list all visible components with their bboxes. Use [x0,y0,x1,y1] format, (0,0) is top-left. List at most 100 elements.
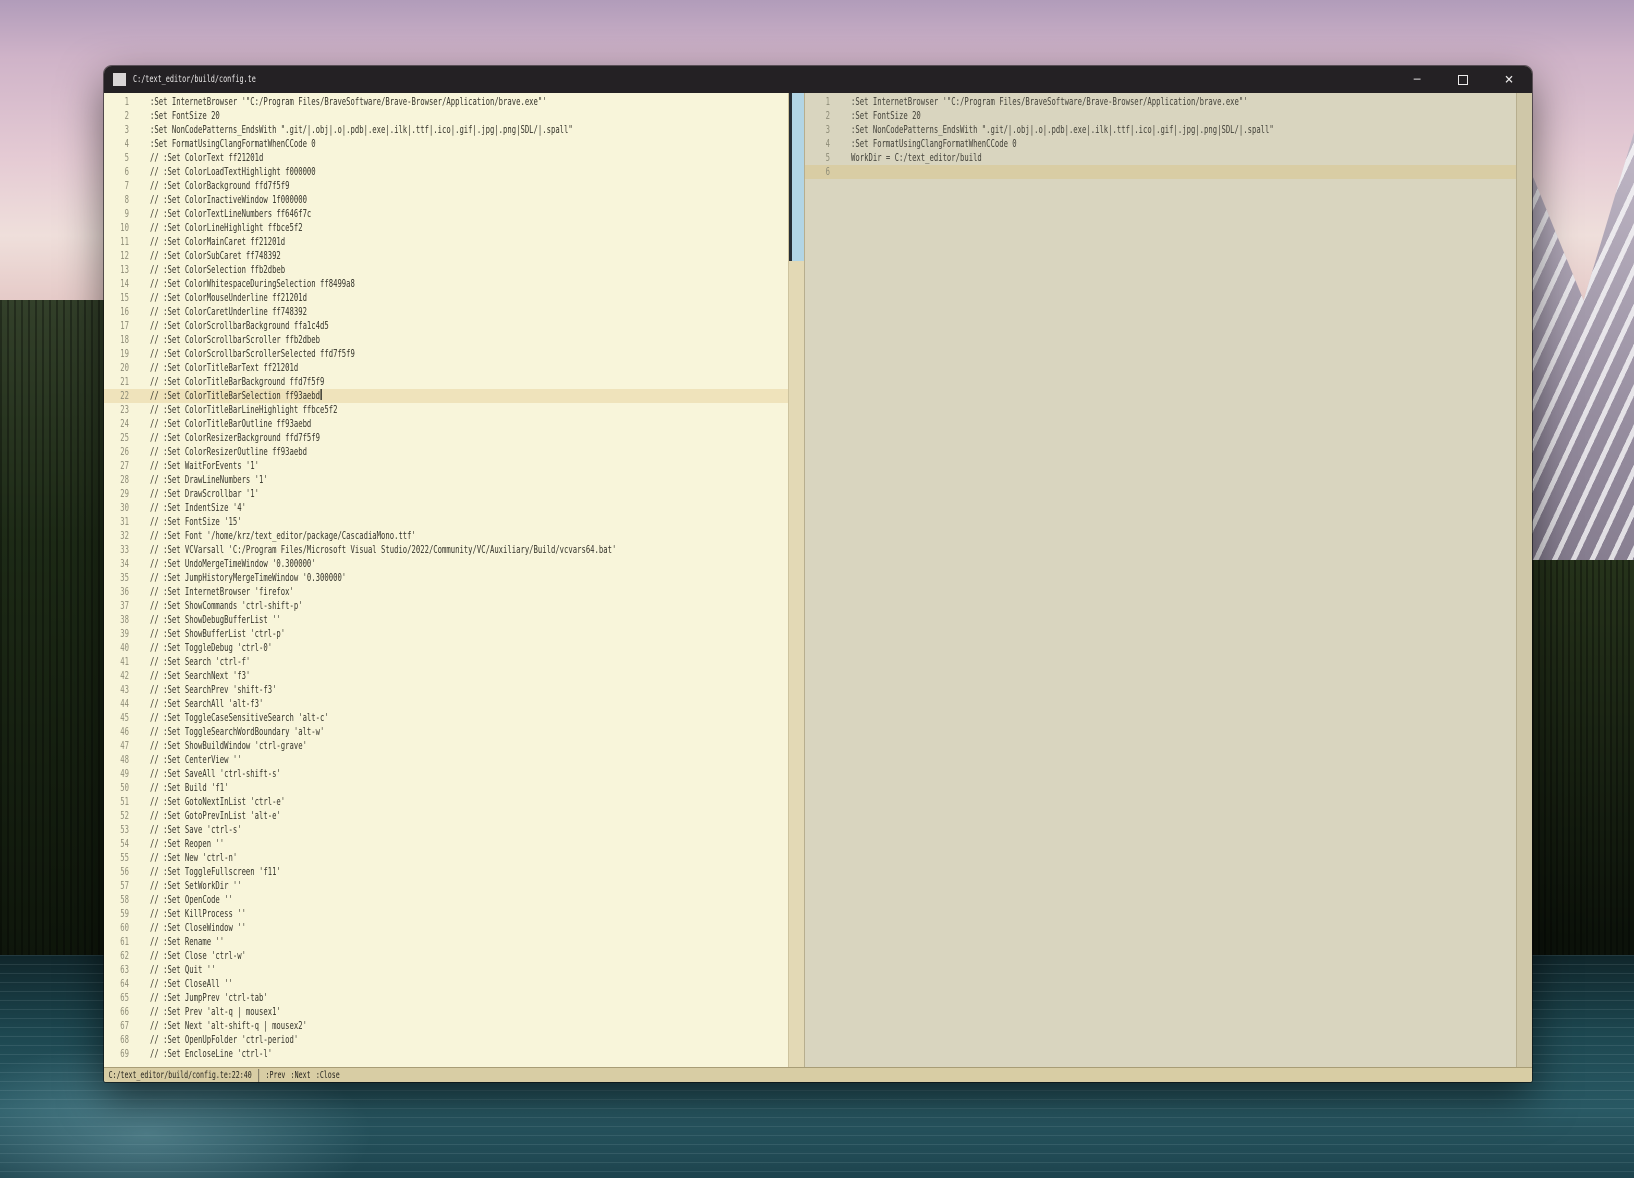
code-line[interactable]: 53// :Set Save 'ctrl-s' [104,823,788,837]
code-line[interactable]: 33// :Set VCVarsall 'C:/Program Files/Mi… [104,543,788,557]
code-line[interactable]: 4:Set FormatUsingClangFormatWhenCCode 0 [104,137,788,151]
code-line[interactable]: 1:Set InternetBrowser '"C:/Program Files… [104,95,788,109]
code-line[interactable]: 7// :Set ColorBackground ffd7f5f9 [104,179,788,193]
code-line[interactable]: 38// :Set ShowDebugBufferList '' [104,613,788,627]
line-text: // :Set UndoMergeTimeWindow '0.300000' [150,557,316,571]
code-line[interactable]: 63// :Set Quit '' [104,963,788,977]
code-line[interactable]: 23// :Set ColorTitleBarLineHighlight ffb… [104,403,788,417]
code-line[interactable]: 6 [805,165,1516,179]
code-line[interactable]: 16// :Set ColorCaretUnderline ff748392 [104,305,788,319]
code-line[interactable]: 58// :Set OpenCode '' [104,893,788,907]
code-line[interactable]: 45// :Set ToggleCaseSensitiveSearch 'alt… [104,711,788,725]
code-line[interactable]: 47// :Set ShowBuildWindow 'ctrl-grave' [104,739,788,753]
line-number: 61 [104,935,135,949]
code-line[interactable]: 50// :Set Build 'f1' [104,781,788,795]
code-line[interactable]: 36// :Set InternetBrowser 'firefox' [104,585,788,599]
code-line[interactable]: 31// :Set FontSize '15' [104,515,788,529]
code-line[interactable]: 57// :Set SetWorkDir '' [104,879,788,893]
code-line[interactable]: 60// :Set CloseWindow '' [104,921,788,935]
status-command-prev[interactable]: :Prev [266,1070,286,1081]
line-number: 45 [104,711,135,725]
line-text: WorkDir = C:/text_editor/build [851,151,982,165]
code-line[interactable]: 55// :Set New 'ctrl-n' [104,851,788,865]
code-line[interactable]: 40// :Set ToggleDebug 'ctrl-0' [104,641,788,655]
code-line[interactable]: 59// :Set KillProcess '' [104,907,788,921]
line-number: 1 [805,95,836,109]
code-line[interactable]: 2:Set FontSize 20 [104,109,788,123]
code-line[interactable]: 64// :Set CloseAll '' [104,977,788,991]
close-button[interactable]: × [1486,66,1532,93]
code-line[interactable]: 21// :Set ColorTitleBarBackground ffd7f5… [104,375,788,389]
status-command-next[interactable]: :Next [291,1070,311,1081]
code-line[interactable]: 42// :Set SearchNext 'f3' [104,669,788,683]
code-line[interactable]: 22// :Set ColorTitleBarSelection ff93aeb… [104,389,788,403]
code-line[interactable]: 28// :Set DrawLineNumbers '1' [104,473,788,487]
code-line[interactable]: 12// :Set ColorSubCaret ff748392 [104,249,788,263]
code-line[interactable]: 4:Set FormatUsingClangFormatWhenCCode 0 [805,137,1516,151]
left-pane-scrollbar[interactable] [788,93,804,1067]
code-line[interactable]: 1 :Set InternetBrowser '"C:/Program Files… [805,95,1516,109]
code-line[interactable]: 14// :Set ColorWhitespaceDuringSelection… [104,277,788,291]
code-line[interactable]: 15// :Set ColorMouseUnderline ff21201d [104,291,788,305]
code-line[interactable]: 65// :Set JumpPrev 'ctrl-tab' [104,991,788,1005]
left-pane-scrollbar-thumb[interactable] [789,93,805,261]
code-line[interactable]: 39// :Set ShowBufferList 'ctrl-p' [104,627,788,641]
code-line[interactable]: 69// :Set EncloseLine 'ctrl-l' [104,1047,788,1061]
minimize-icon: ─ [1414,66,1421,93]
code-line[interactable]: 26// :Set ColorResizerOutline ff93aebd [104,445,788,459]
line-text: :Set InternetBrowser '"C:/Program Files/… [851,95,1248,109]
code-line[interactable]: 46// :Set ToggleSearchWordBoundary 'alt-… [104,725,788,739]
code-line[interactable]: 18// :Set ColorScrollbarScroller ffb2dbe… [104,333,788,347]
minimize-button[interactable]: ─ [1394,66,1440,93]
code-line[interactable]: 32// :Set Font '/home/krz/text_editor/pa… [104,529,788,543]
code-line[interactable]: 66// :Set Prev 'alt-q | mousex1' [104,1005,788,1019]
code-line[interactable]: 25// :Set ColorResizerBackground ffd7f5f… [104,431,788,445]
code-line[interactable]: 49// :Set SaveAll 'ctrl-shift-s' [104,767,788,781]
code-line[interactable]: 48// :Set CenterView '' [104,753,788,767]
code-line[interactable]: 54// :Set Reopen '' [104,837,788,851]
line-text: // :Set Font '/home/krz/text_editor/pack… [150,529,416,543]
code-line[interactable]: 3:Set NonCodePatterns_EndsWith ".git/|.o… [104,123,788,137]
code-line[interactable]: 8// :Set ColorInactiveWindow 1f000000 [104,193,788,207]
code-line[interactable]: 41// :Set Search 'ctrl-f' [104,655,788,669]
window-titlebar[interactable]: C:/text_editor/build/config.te ─ × [104,66,1532,93]
status-command-close[interactable]: :Close [316,1070,340,1081]
code-line[interactable]: 44// :Set SearchAll 'alt-f3' [104,697,788,711]
code-line[interactable]: 2:Set FontSize 20 [805,109,1516,123]
code-line[interactable]: 11// :Set ColorMainCaret ff21201d [104,235,788,249]
code-line[interactable]: 52// :Set GotoPrevInList 'alt-e' [104,809,788,823]
right-pane-scrollbar[interactable] [1516,93,1532,1067]
code-line[interactable]: 61// :Set Rename '' [104,935,788,949]
code-line[interactable]: 19// :Set ColorScrollbarScrollerSelected… [104,347,788,361]
line-text: // :Set ColorMainCaret ff21201d [150,235,285,249]
code-line[interactable]: 30// :Set IndentSize '4' [104,501,788,515]
code-line[interactable]: 43// :Set SearchPrev 'shift-f3' [104,683,788,697]
code-line[interactable]: 5// :Set ColorText ff21201d [104,151,788,165]
code-line[interactable]: 67// :Set Next 'alt-shift-q | mousex2' [104,1019,788,1033]
code-line[interactable]: 51// :Set GotoNextInList 'ctrl-e' [104,795,788,809]
code-line[interactable]: 20// :Set ColorTitleBarText ff21201d [104,361,788,375]
line-number: 38 [104,613,135,627]
code-line[interactable]: 35// :Set JumpHistoryMergeTimeWindow '0.… [104,571,788,585]
code-line[interactable]: 68// :Set OpenUpFolder 'ctrl-period' [104,1033,788,1047]
code-line[interactable]: 27// :Set WaitForEvents '1' [104,459,788,473]
code-line[interactable]: 5WorkDir = C:/text_editor/build [805,151,1516,165]
code-line[interactable]: 37// :Set ShowCommands 'ctrl-shift-p' [104,599,788,613]
editor-window: C:/text_editor/build/config.te ─ × 1 :Set… [104,66,1532,1082]
code-line[interactable]: 29// :Set DrawScrollbar '1' [104,487,788,501]
maximize-button[interactable] [1440,66,1486,93]
code-line[interactable]: 62// :Set Close 'ctrl-w' [104,949,788,963]
code-line[interactable]: 10// :Set ColorLineHighlight ffbce5f2 [104,221,788,235]
code-line[interactable]: 24// :Set ColorTitleBarOutline ff93aebd [104,417,788,431]
code-line[interactable]: 3:Set NonCodePatterns_EndsWith ".git/|.o… [805,123,1516,137]
code-line[interactable]: 9// :Set ColorTextLineNumbers ff646f7c [104,207,788,221]
code-line[interactable]: 6// :Set ColorLoadTextHighlight f000000 [104,165,788,179]
left-editor-pane[interactable]: 1:Set InternetBrowser '"C:/Program Files… [104,93,788,1067]
code-line[interactable]: 13// :Set ColorSelection ffb2dbeb [104,263,788,277]
line-text: // :Set JumpHistoryMergeTimeWindow '0.30… [150,571,346,585]
code-line[interactable]: 56// :Set ToggleFullscreen 'f11' [104,865,788,879]
line-number: 36 [104,585,135,599]
code-line[interactable]: 17// :Set ColorScrollbarBackground ffa1c… [104,319,788,333]
right-editor-pane[interactable]: 1 :Set InternetBrowser '"C:/Program Files… [804,93,1516,1067]
code-line[interactable]: 34// :Set UndoMergeTimeWindow '0.300000' [104,557,788,571]
